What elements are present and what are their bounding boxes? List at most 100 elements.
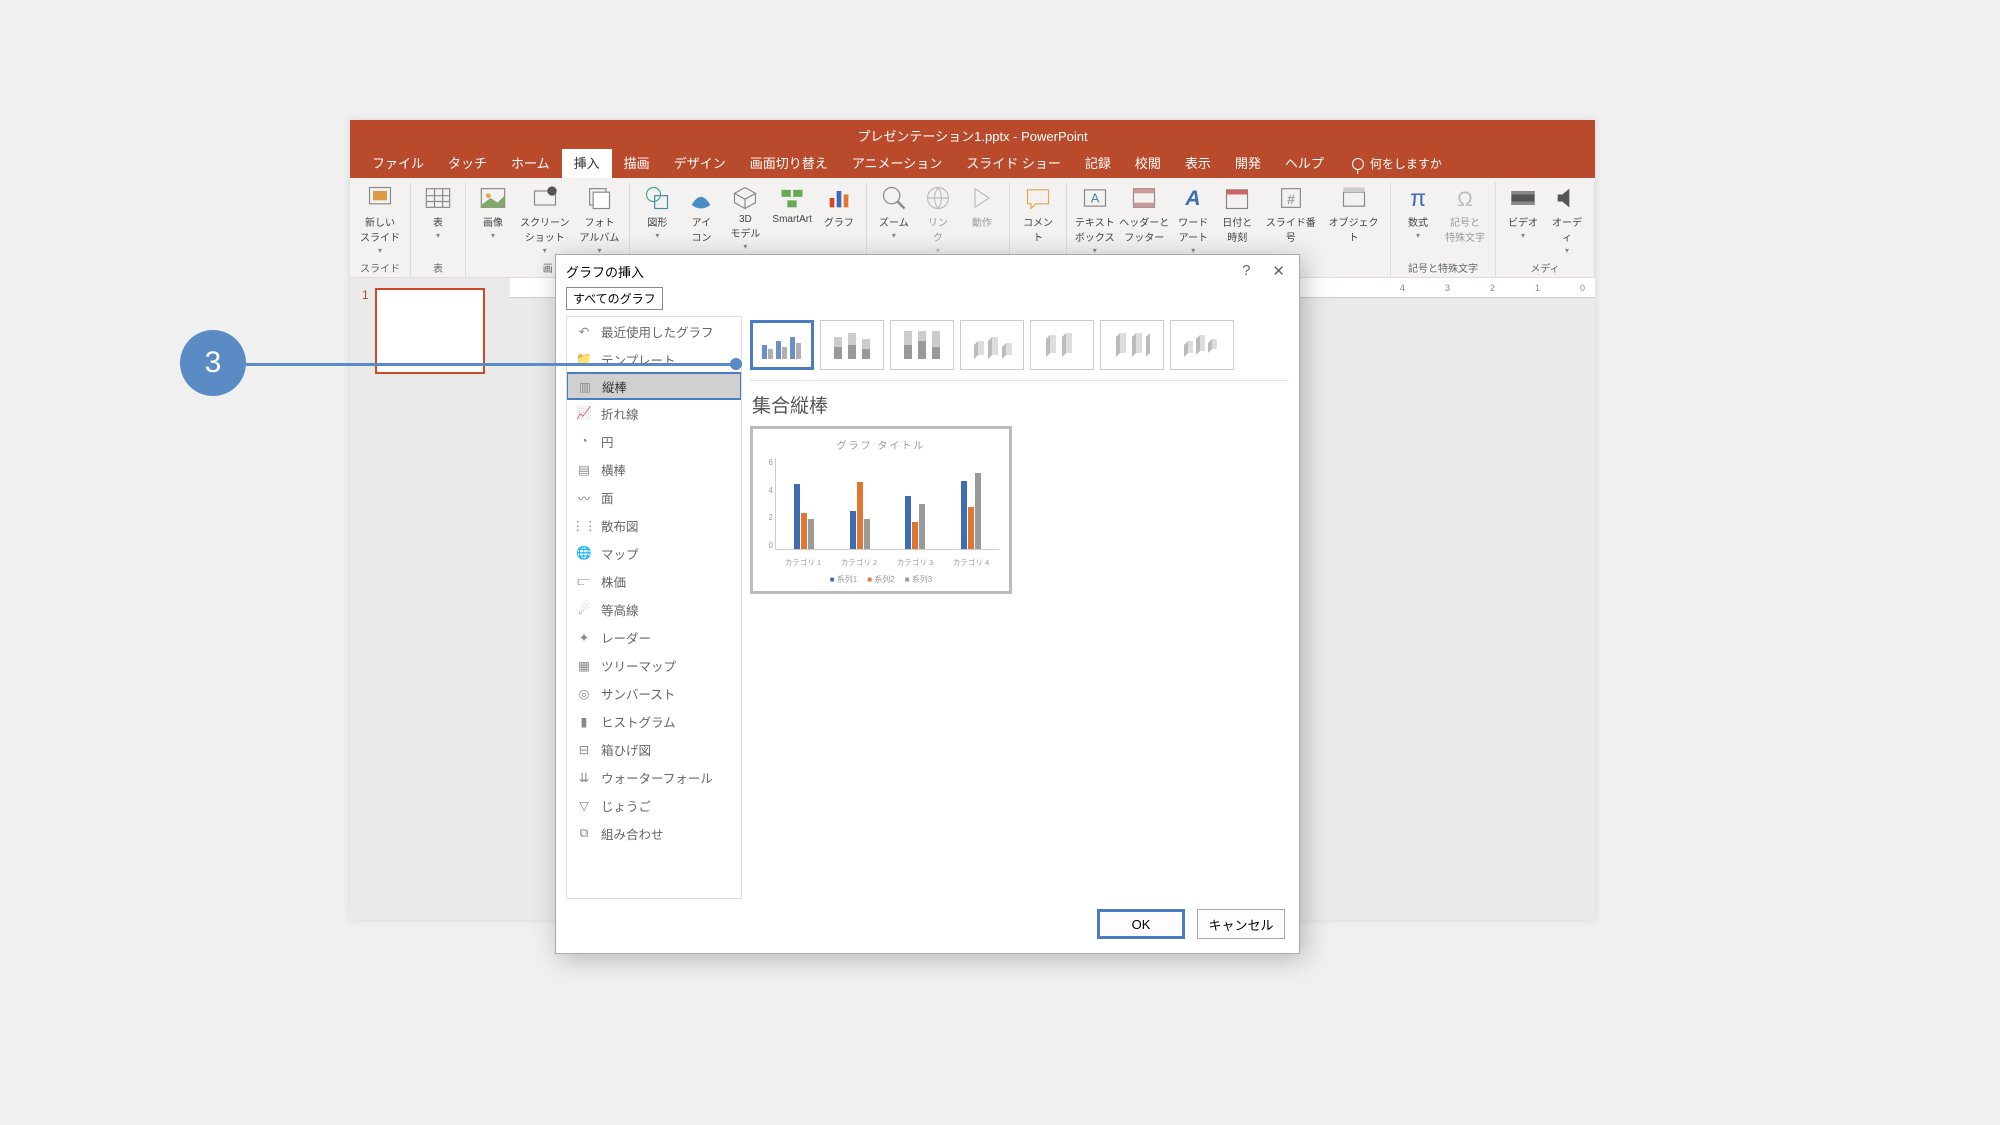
chart-type-list: ↶最近使用したグラフ📁テンプレート▥縦棒📈折れ線◔円▤横棒〰面⋮⋮散布図🌐マップ… <box>566 316 742 899</box>
tab-review[interactable]: 校閲 <box>1123 149 1173 178</box>
chart-type-4[interactable]: ◔円 <box>567 427 741 455</box>
zoom-icon <box>880 184 908 212</box>
image-icon <box>479 184 507 212</box>
slide-thumbnail-1[interactable] <box>375 288 485 374</box>
chart-type-8[interactable]: 🌐マップ <box>567 539 741 567</box>
chart-type-7[interactable]: ⋮⋮散布図 <box>567 511 741 539</box>
tab-draw[interactable]: 描画 <box>612 149 662 178</box>
chart-type-1[interactable]: 📁テンプレート <box>567 345 741 373</box>
chart-subtype-name: 集合縦棒 <box>750 381 1289 426</box>
tab-transitions[interactable]: 画面切り替え <box>738 149 840 178</box>
subtype-3d-stacked[interactable] <box>1030 320 1094 370</box>
slide-number-button[interactable]: #スライド番号 <box>1260 182 1321 246</box>
new-slide-button[interactable]: 新しい スライド▾ <box>356 182 404 257</box>
symbol-button[interactable]: Ω記号と 特殊文字 <box>1441 182 1489 246</box>
subtype-3d-column[interactable] <box>1170 320 1234 370</box>
tell-me[interactable]: 何をしますか <box>1336 155 1450 178</box>
tab-slideshow[interactable]: スライド ショー <box>954 149 1073 178</box>
screenshot-button[interactable]: スクリーン ショット▾ <box>516 182 574 257</box>
subtype-3d-clustered[interactable] <box>960 320 1024 370</box>
tab-animations[interactable]: アニメーション <box>840 149 954 178</box>
dialog-title: グラフの挿入 <box>566 262 644 281</box>
chart-type-10[interactable]: ☄等高線 <box>567 595 741 623</box>
smartart-button[interactable]: SmartArt <box>768 182 815 227</box>
callout-badge: 3 <box>180 330 246 396</box>
chart-type-13[interactable]: ◎サンバースト <box>567 679 741 707</box>
chart-type-9[interactable]: ⫍株価 <box>567 567 741 595</box>
header-icon <box>1130 184 1158 212</box>
chart-subtype-row <box>750 316 1289 381</box>
ribbon-tabs: ファイル タッチ ホーム 挿入 描画 デザイン 画面切り替え アニメーション ス… <box>350 150 1595 178</box>
subtype-clustered-column[interactable] <box>750 320 814 370</box>
3d-models-button[interactable]: 3D モデル▾ <box>724 182 766 253</box>
chart-type-icon: ◔ <box>575 432 593 450</box>
chart-button[interactable]: グラフ <box>818 182 860 231</box>
chart-type-icon: ✦ <box>575 628 593 646</box>
table-button[interactable]: 表▾ <box>417 182 459 242</box>
icons-button[interactable]: アイ コン <box>680 182 722 246</box>
chart-type-14[interactable]: ▮ヒストグラム <box>567 707 741 735</box>
bulb-icon <box>1352 158 1364 170</box>
chart-type-icon: ⇊ <box>575 768 593 786</box>
dialog-close-button[interactable]: ✕ <box>1266 262 1291 280</box>
video-button[interactable]: ビデオ▾ <box>1502 182 1544 242</box>
pi-icon: π <box>1404 184 1432 212</box>
comment-button[interactable]: コメント <box>1016 182 1060 246</box>
chart-type-18[interactable]: ⧉組み合わせ <box>567 819 741 847</box>
svg-text:#: # <box>1287 191 1295 207</box>
tab-touch[interactable]: タッチ <box>436 149 499 178</box>
cube-icon <box>731 184 759 212</box>
ok-button[interactable]: OK <box>1097 909 1185 939</box>
dialog-tab[interactable]: すべてのグラフ <box>566 287 1299 310</box>
tab-home[interactable]: ホーム <box>499 149 562 178</box>
subtype-3d-100-stacked[interactable] <box>1100 320 1164 370</box>
tab-developer[interactable]: 開発 <box>1223 149 1273 178</box>
tab-file[interactable]: ファイル <box>360 149 436 178</box>
chart-type-5[interactable]: ▤横棒 <box>567 455 741 483</box>
dialog-titlebar: グラフの挿入 ? ✕ <box>556 255 1299 283</box>
audio-button[interactable]: オーディ▾ <box>1546 182 1588 257</box>
object-button[interactable]: オブジェクト <box>1323 182 1384 246</box>
tab-view[interactable]: 表示 <box>1173 149 1223 178</box>
chart-type-0[interactable]: ↶最近使用したグラフ <box>567 317 741 345</box>
dialog-help-button[interactable]: ? <box>1236 262 1256 280</box>
tab-help[interactable]: ヘルプ <box>1273 149 1336 178</box>
link-icon <box>924 184 952 212</box>
calendar-icon <box>1223 184 1251 212</box>
action-button[interactable]: 動作 <box>961 182 1003 231</box>
link-button[interactable]: リン ク▾ <box>917 182 959 257</box>
chart-type-3[interactable]: 📈折れ線 <box>567 399 741 427</box>
subtype-stacked-column[interactable] <box>820 320 884 370</box>
window-titlebar: プレゼンテーション1.pptx - PowerPoint <box>350 120 1595 150</box>
subtype-100-stacked-column[interactable] <box>890 320 954 370</box>
chart-preview[interactable]: グラフ タイトル 6420 カテゴリ 1カテゴリ 2カテゴリ 3カテゴリ 4 系… <box>750 426 1012 594</box>
chart-type-12[interactable]: ▦ツリーマップ <box>567 651 741 679</box>
chart-type-16[interactable]: ⇊ウォーターフォール <box>567 763 741 791</box>
table-icon <box>424 184 452 212</box>
equation-button[interactable]: π数式▾ <box>1397 182 1439 242</box>
tab-record[interactable]: 記録 <box>1073 149 1123 178</box>
textbox-icon: A <box>1081 184 1109 212</box>
header-footer-button[interactable]: ヘッダーと フッター <box>1118 182 1170 246</box>
shapes-button[interactable]: 図形▾ <box>636 182 678 242</box>
chart-type-17[interactable]: ▽じょうご <box>567 791 741 819</box>
wordart-button[interactable]: Aワード アート▾ <box>1172 182 1214 257</box>
audio-icon <box>1553 184 1581 212</box>
chart-type-6[interactable]: 〰面 <box>567 483 741 511</box>
chart-plot <box>775 458 999 550</box>
textbox-button[interactable]: Aテキスト ボックス▾ <box>1073 182 1116 257</box>
cancel-button[interactable]: キャンセル <box>1197 909 1285 939</box>
svg-text:π: π <box>1410 185 1426 211</box>
tab-insert[interactable]: 挿入 <box>562 149 612 178</box>
chart-type-11[interactable]: ✦レーダー <box>567 623 741 651</box>
chart-type-2[interactable]: ▥縦棒 <box>566 372 742 400</box>
preview-title: グラフ タイトル <box>759 437 1003 458</box>
datetime-button[interactable]: 日付と 時刻 <box>1216 182 1258 246</box>
comment-icon <box>1024 184 1052 212</box>
svg-text:A: A <box>1185 187 1201 210</box>
chart-type-15[interactable]: ⊟箱ひげ図 <box>567 735 741 763</box>
zoom-button[interactable]: ズーム▾ <box>873 182 915 242</box>
tab-design[interactable]: デザイン <box>662 149 738 178</box>
image-button[interactable]: 画像▾ <box>472 182 514 242</box>
photo-album-button[interactable]: フォト アルバム▾ <box>576 182 624 257</box>
